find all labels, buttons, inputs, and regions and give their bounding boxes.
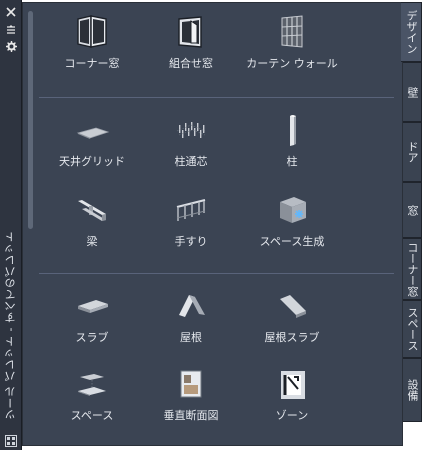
- properties-gear-icon[interactable]: [4, 40, 18, 52]
- tool-label: 組合せ窓: [169, 57, 213, 70]
- tool-label: コーナー窓: [64, 57, 120, 70]
- tool-zone[interactable]: ゾーン: [237, 365, 347, 423]
- ceiling-grid-icon: [76, 127, 110, 139]
- tool-beam[interactable]: 梁: [37, 191, 147, 249]
- vertical-section-icon: [180, 370, 202, 398]
- tool-space[interactable]: スペース: [37, 365, 147, 423]
- roof-slab-icon: [280, 295, 306, 318]
- space-generate-icon: [280, 197, 306, 223]
- slab-icon: [78, 300, 108, 313]
- tool-label: 柱通芯: [174, 155, 208, 168]
- column-icon: [290, 115, 296, 146]
- tool-label: スペース: [70, 409, 114, 422]
- tool-label: 垂直断面図: [163, 409, 219, 422]
- assembly-window-icon: [178, 16, 202, 48]
- tool-label: 天井グリッド: [59, 155, 125, 168]
- tool-corner-window[interactable]: コーナー窓: [37, 13, 147, 71]
- column-grid-icon: [176, 122, 206, 138]
- beam-icon: [78, 200, 106, 221]
- tool-label: スラブ: [75, 331, 109, 344]
- tool-slab[interactable]: スラブ: [37, 287, 147, 345]
- tab-window[interactable]: 窓: [403, 182, 422, 238]
- palette-tabs: デザイン 壁 ドア 窓 コーナー窓 スペース 設備: [401, 0, 422, 450]
- zone-icon: [281, 371, 305, 399]
- scrollbar-thumb[interactable]: [28, 11, 33, 229]
- tool-curtain-wall[interactable]: カーテン ウォール: [237, 13, 347, 71]
- tab-design[interactable]: デザイン: [401, 2, 422, 62]
- tool-label: 手すり: [174, 235, 208, 248]
- section-divider: [39, 273, 394, 274]
- tool-roof-slab[interactable]: 屋根スラブ: [237, 287, 347, 345]
- auto-hide-icon[interactable]: [4, 24, 18, 36]
- curtain-wall-icon: [281, 15, 303, 48]
- palette-content: コーナー窓 組合せ窓 カーテン ウォール 天井グリッド 柱通芯 柱 梁 手すり …: [22, 2, 403, 446]
- palette-title: ツール パレット - すべてのパレット: [4, 231, 17, 420]
- tab-wall[interactable]: 壁: [403, 62, 422, 122]
- tool-assembly-window[interactable]: 組合せ窓: [136, 13, 246, 71]
- tool-label: 屋根スラブ: [264, 331, 320, 344]
- tool-column-grid[interactable]: 柱通芯: [136, 111, 246, 169]
- corner-window-icon: [77, 15, 107, 48]
- tool-palette: ツール パレット - すべてのパレット コーナー窓 組合せ窓 カーテン ウォール…: [0, 0, 422, 450]
- tool-column[interactable]: 柱: [237, 111, 347, 169]
- palette-menu-icon[interactable]: [5, 432, 17, 447]
- tab-corner-window[interactable]: コーナー窓: [403, 238, 422, 300]
- roof-icon: [179, 295, 205, 317]
- tab-door[interactable]: ドア: [403, 122, 422, 182]
- tool-vertical-section[interactable]: 垂直断面図: [136, 365, 246, 423]
- tool-roof[interactable]: 屋根: [136, 287, 246, 345]
- tool-space-generate[interactable]: スペース生成: [237, 191, 347, 249]
- space-icon: [78, 374, 106, 396]
- tool-label: ゾーン: [275, 409, 309, 422]
- tool-label: 柱: [286, 155, 298, 168]
- close-icon[interactable]: [4, 6, 18, 18]
- tool-label: 屋根: [180, 331, 202, 344]
- tool-label: 梁: [86, 235, 98, 248]
- palette-title-strip[interactable]: ツール パレット - すべてのパレット: [0, 0, 22, 450]
- tool-label: スペース生成: [259, 235, 325, 248]
- tool-label: カーテン ウォール: [246, 57, 338, 70]
- tool-railing[interactable]: 手すり: [136, 191, 246, 249]
- tool-ceiling-grid[interactable]: 天井グリッド: [37, 111, 147, 169]
- tab-space[interactable]: スペース: [403, 300, 422, 358]
- section-divider: [39, 97, 394, 98]
- railing-icon: [176, 199, 206, 221]
- tab-equipment[interactable]: 設備: [403, 358, 422, 422]
